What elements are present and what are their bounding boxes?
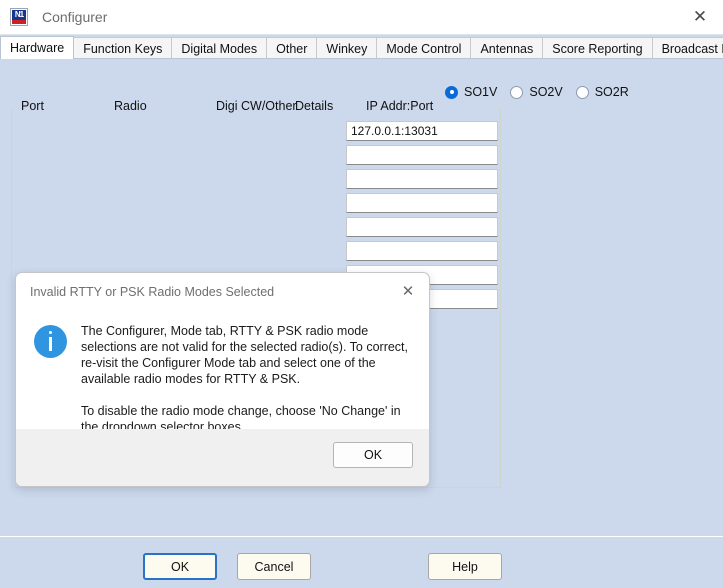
ip-addr-port-input-5[interactable] — [346, 217, 498, 237]
ip-addr-port-input-4[interactable] — [346, 193, 498, 213]
dialog-close-icon[interactable]: ✕ — [393, 278, 423, 304]
close-icon[interactable]: ✕ — [677, 0, 723, 34]
tab-function-keys[interactable]: Function Keys — [73, 37, 173, 59]
column-header-digi: Digi — [216, 99, 238, 113]
radio-dot-so1v — [445, 85, 458, 99]
radio-dot-so2v — [510, 85, 524, 99]
radio-dot-so2r — [575, 85, 589, 99]
ip-addr-port-input-2[interactable] — [346, 145, 498, 165]
logo-bottom — [12, 20, 26, 24]
n1mm-logo-icon: N1 — [10, 8, 28, 26]
radio-so1v[interactable]: SO1V — [445, 85, 497, 99]
column-header-cw-other: CW/Other — [241, 99, 297, 113]
tab-broadcast-data[interactable]: Broadcast Data — [651, 37, 723, 59]
radio-so2r[interactable]: SO2R — [575, 85, 629, 99]
logo-top: N1 — [12, 10, 26, 20]
tab-score-reporting[interactable]: Score Reporting — [542, 37, 653, 59]
column-header-details: Details — [295, 99, 334, 113]
tab-digital-modes[interactable]: Digital Modes — [171, 37, 268, 59]
dialog-footer-bar — [0, 536, 723, 588]
ip-addr-port-input-3[interactable] — [346, 169, 498, 189]
radio-label-so1v: SO1V — [464, 85, 498, 99]
dialog-ok-button[interactable]: OK — [333, 442, 413, 468]
column-header-radio: Radio — [114, 99, 147, 113]
dialog-paragraph-1: The Configurer, Mode tab, RTTY & PSK rad… — [81, 324, 409, 386]
operating-mode-radio-group: SO1V SO2V SO2R — [445, 85, 642, 99]
tab-hardware[interactable]: Hardware — [0, 36, 75, 59]
dialog-header: Invalid RTTY or PSK Radio Modes Selected… — [16, 273, 429, 311]
column-header-ip-addr-port: IP Addr:Port — [366, 99, 434, 113]
invalid-modes-dialog: Invalid RTTY or PSK Radio Modes Selected… — [15, 272, 430, 487]
radio-label-so2v: SO2V — [529, 85, 563, 99]
column-header-port: Port — [21, 99, 44, 113]
tab-other[interactable]: Other — [266, 37, 318, 59]
window-titlebar: N1 Configurer ✕ — [0, 0, 723, 35]
radio-so2v[interactable]: SO2V — [510, 85, 563, 99]
ok-button[interactable]: OK — [143, 553, 217, 580]
tab-winkey[interactable]: Winkey — [316, 37, 378, 59]
info-icon — [34, 325, 67, 358]
ip-addr-port-input-6[interactable] — [346, 241, 498, 261]
dialog-title: Invalid RTTY or PSK Radio Modes Selected — [30, 285, 275, 299]
tab-antennas[interactable]: Antennas — [470, 37, 544, 59]
window-title: Configurer — [42, 9, 108, 25]
help-button[interactable]: Help — [428, 553, 502, 580]
radio-label-so2r: SO2R — [594, 85, 629, 99]
tab-strip: Hardware Function Keys Digital Modes Oth… — [0, 36, 723, 59]
ip-addr-port-input-1[interactable]: 127.0.0.1:13031 — [346, 121, 498, 141]
tab-mode-control[interactable]: Mode Control — [376, 37, 472, 59]
dialog-button-bar: OK — [16, 429, 429, 486]
cancel-button[interactable]: Cancel — [237, 553, 311, 580]
